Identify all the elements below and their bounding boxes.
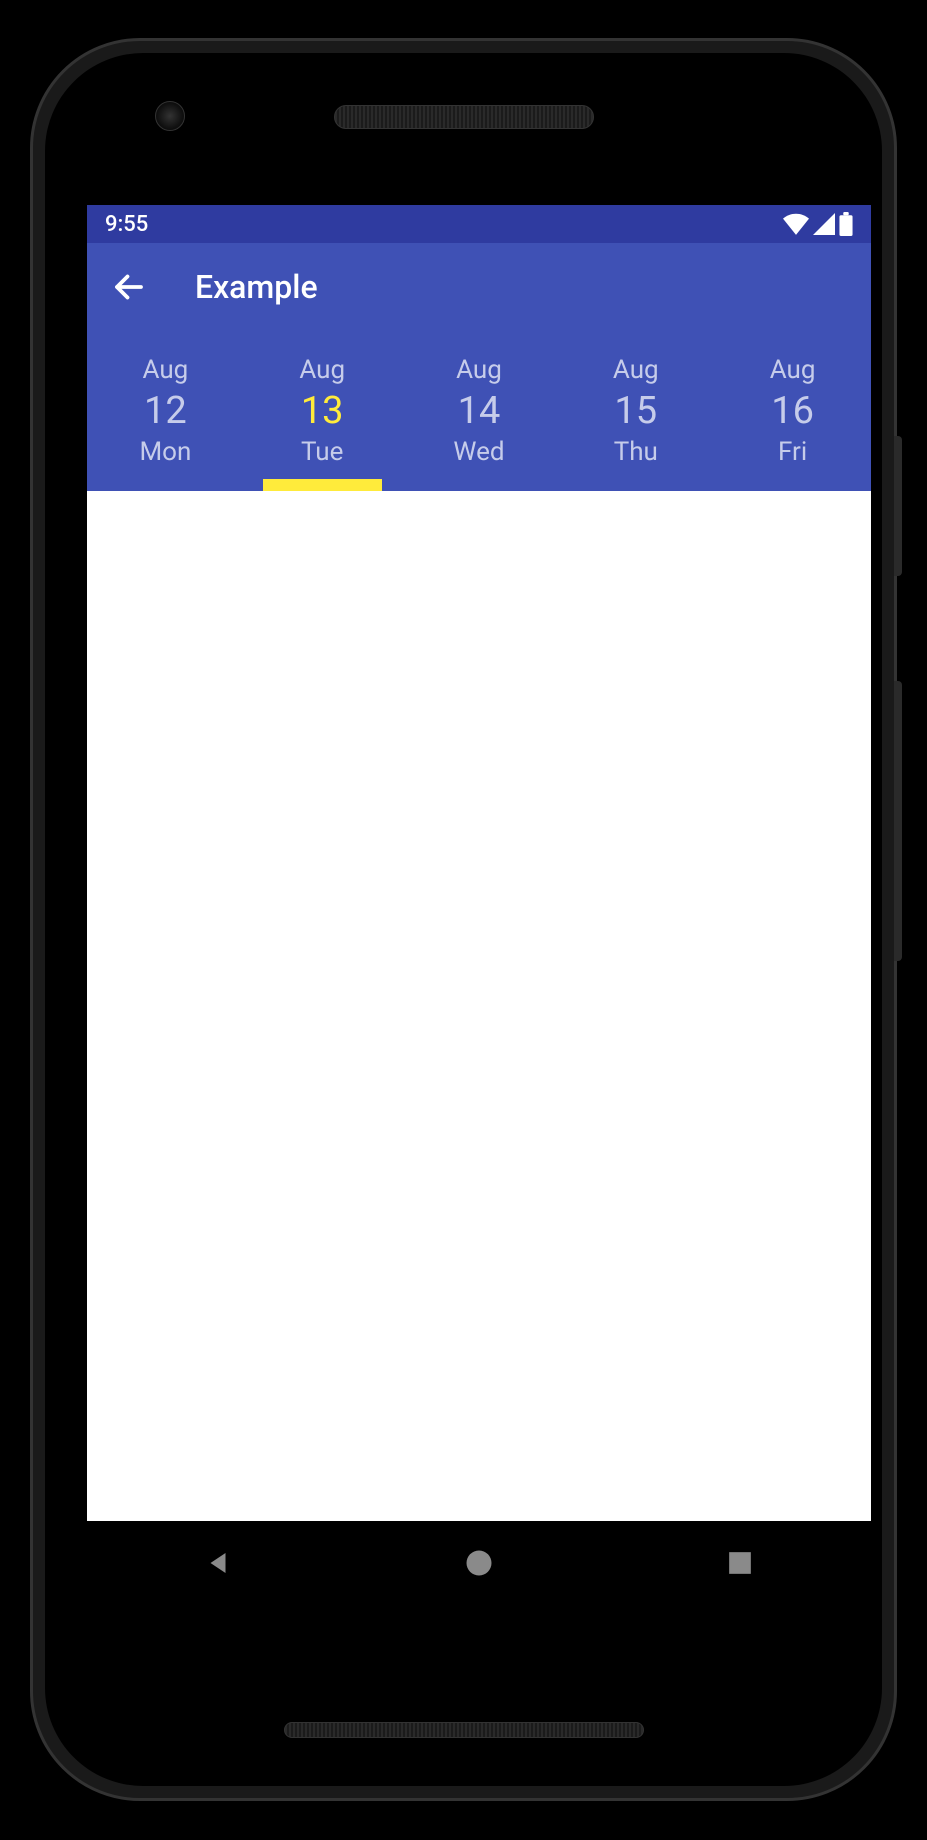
nav-back-button[interactable]	[197, 1542, 239, 1584]
front-camera	[155, 101, 185, 131]
navigation-bar	[87, 1521, 871, 1605]
date-tab-2[interactable]: Aug 14 Wed	[401, 331, 558, 491]
power-button[interactable]	[894, 436, 902, 576]
nav-recent-icon	[727, 1550, 753, 1576]
date-tab-day-num: 15	[614, 389, 657, 433]
status-bar: 9:55	[87, 205, 871, 243]
date-tab-month: Aug	[456, 355, 502, 385]
app-bar: Example	[87, 243, 871, 331]
volume-button[interactable]	[894, 681, 902, 961]
date-tab-day-name: Mon	[139, 437, 191, 467]
date-tab-day-name: Fri	[778, 437, 807, 467]
battery-icon	[839, 212, 853, 236]
back-arrow-icon	[111, 269, 147, 305]
date-tab-bar: Aug 12 Mon Aug 13 Tue Aug 14 Wed Aug 15 …	[87, 331, 871, 491]
earpiece-speaker	[334, 105, 594, 129]
status-time: 9:55	[105, 212, 148, 237]
date-tab-day-name: Tue	[301, 437, 343, 467]
date-tab-day-num: 16	[771, 389, 814, 433]
date-tab-day-num: 13	[301, 389, 344, 433]
date-tab-month: Aug	[770, 355, 816, 385]
nav-back-icon	[203, 1548, 233, 1578]
date-tab-4[interactable]: Aug 16 Fri	[714, 331, 871, 491]
nav-recent-button[interactable]	[719, 1542, 761, 1584]
date-tab-month: Aug	[299, 355, 345, 385]
date-tab-0[interactable]: Aug 12 Mon	[87, 331, 244, 491]
date-tab-1[interactable]: Aug 13 Tue	[244, 331, 401, 491]
wifi-icon	[783, 213, 809, 235]
back-button[interactable]	[111, 269, 147, 305]
screen: 9:55 Example Aug 12 Mon Aug 13 Tue	[87, 205, 871, 1605]
date-tab-3[interactable]: Aug 15 Thu	[557, 331, 714, 491]
date-tab-day-num: 14	[458, 389, 501, 433]
date-tab-month: Aug	[143, 355, 189, 385]
date-tab-day-name: Thu	[614, 437, 658, 467]
nav-home-icon	[464, 1548, 494, 1578]
status-icons	[783, 212, 853, 236]
page-title: Example	[195, 268, 318, 306]
bottom-speaker	[284, 1722, 644, 1738]
nav-home-button[interactable]	[458, 1542, 500, 1584]
date-tab-day-name: Wed	[453, 437, 504, 467]
date-tab-month: Aug	[613, 355, 659, 385]
date-tab-day-num: 12	[144, 389, 187, 433]
device-frame: 9:55 Example Aug 12 Mon Aug 13 Tue	[30, 38, 897, 1801]
signal-icon	[813, 213, 835, 235]
